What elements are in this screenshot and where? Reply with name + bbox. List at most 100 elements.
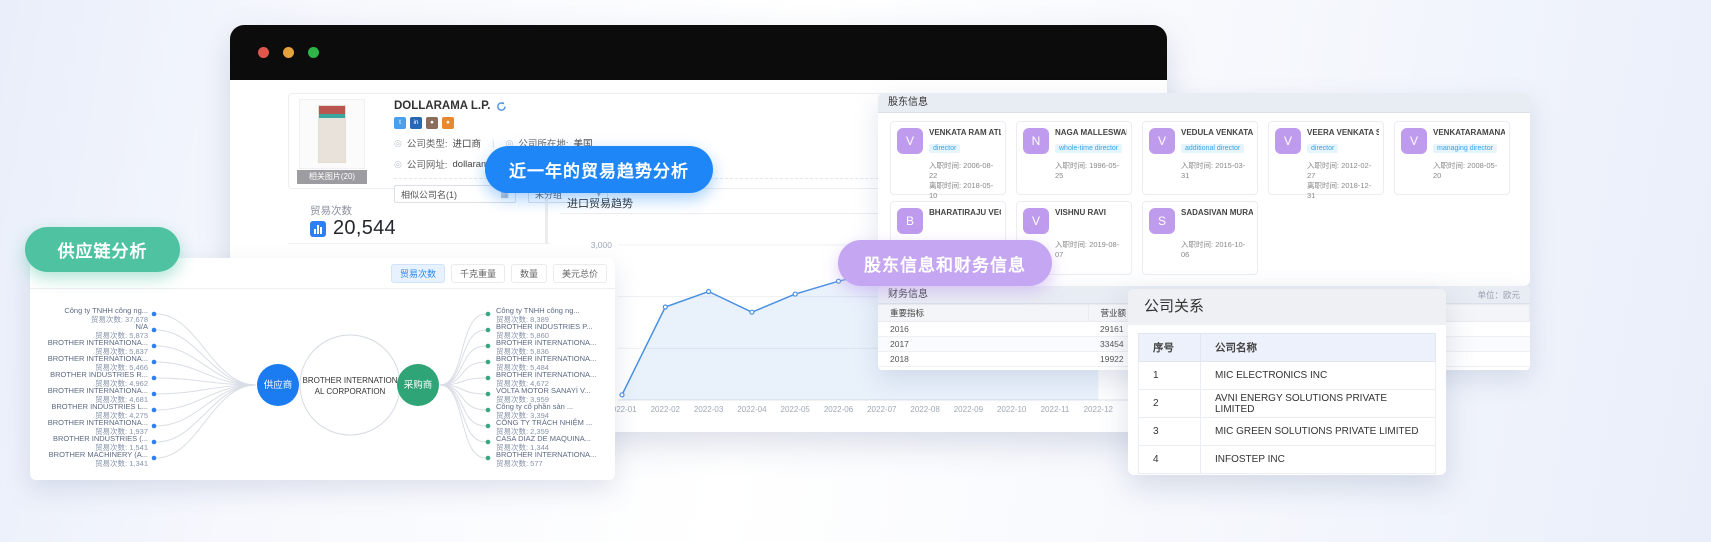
- buyer-name[interactable]: BROTHER INTERNATIONA...: [496, 370, 596, 379]
- shareholder-name: VISHNU RAVI: [1055, 208, 1106, 217]
- maximize-window-button[interactable]: [308, 47, 319, 58]
- linkedin-icon[interactable]: in: [410, 117, 422, 129]
- supplier-name[interactable]: BROTHER INTERNATIONA...: [48, 386, 148, 395]
- leave-date: 离职时间: 2018-12-31: [1307, 181, 1377, 201]
- x-axis-tick: 2022-06: [824, 405, 854, 414]
- financial-cell: 2016: [878, 322, 1088, 337]
- shareholder-dates: 入职时间: 2015-03-31: [1181, 161, 1251, 181]
- phone-icon[interactable]: ●: [442, 117, 454, 129]
- marketing-composite: 相关图片(20) DOLLARAMA L.P. tin●● ◎ 公司类型: 进口…: [0, 0, 1711, 542]
- trade-count-value: 20,544: [333, 217, 396, 240]
- company-name: DOLLARAMA L.P.: [394, 100, 490, 112]
- company-site-icon[interactable]: ●: [426, 117, 438, 129]
- shareholders-panel-header: 股东信息: [878, 93, 1530, 113]
- supplier-name[interactable]: Công ty TNHH công ng...: [64, 306, 148, 315]
- relation-cell: 4: [1139, 446, 1201, 474]
- supplier-name[interactable]: BROTHER INTERNATIONA...: [48, 338, 148, 347]
- company-type-icon: ◎: [394, 138, 402, 149]
- buyer-node-dot: [486, 456, 491, 461]
- x-axis-tick: 2022-03: [694, 405, 724, 414]
- buyer-node-dot: [486, 392, 491, 397]
- company-image[interactable]: 相关图片(20): [297, 99, 367, 184]
- relation-row[interactable]: 2AVNI ENERGY SOLUTIONS PRIVATE LIMITED: [1139, 390, 1436, 418]
- supplier-node-dot: [152, 344, 157, 349]
- supply-tabs-rule: [30, 288, 615, 289]
- buyer-name[interactable]: BROTHER INTERNATIONA...: [496, 338, 596, 347]
- relation-cell: MIC ELECTRONICS INC: [1201, 362, 1436, 390]
- supplier-name[interactable]: BROTHER MACHINERY (A...: [49, 450, 148, 459]
- shareholder-card[interactable]: VVENKATARAMANA MAG...managing director入职…: [1394, 121, 1510, 195]
- stats-divider: [288, 243, 550, 244]
- relation-cell: AVNI ENERGY SOLUTIONS PRIVATE LIMITED: [1201, 390, 1436, 418]
- related-images-label[interactable]: 相关图片(20): [297, 170, 367, 184]
- x-axis-tick: 2022-04: [737, 405, 767, 414]
- join-date: 入职时间: 2012-02-27: [1307, 161, 1377, 181]
- buyer-node-dot: [486, 328, 491, 333]
- supplier-name[interactable]: BROTHER INDUSTRIES (...: [53, 434, 148, 443]
- supplier-node-dot: [152, 408, 157, 413]
- close-window-button[interactable]: [258, 47, 269, 58]
- shareholder-dates: 入职时间: 2016-10-06: [1181, 240, 1251, 260]
- buyer-name[interactable]: Công ty TNHH công ng...: [496, 306, 580, 315]
- supply-tab-美元总价[interactable]: 美元总价: [553, 264, 607, 283]
- chart-point: [837, 279, 841, 283]
- buyer-name[interactable]: BROTHER INTERNATIONA...: [496, 450, 596, 459]
- supplier-name[interactable]: BROTHER INDUSTRIES R...: [50, 370, 148, 379]
- shareholder-card[interactable]: SSADASIVAN MURALIKR...入职时间: 2016-10-06: [1142, 201, 1258, 275]
- shareholder-dates: 入职时间: 2008-05-20: [1433, 161, 1503, 181]
- supplier-node-dot: [152, 360, 157, 365]
- x-axis-tick: 2022-02: [651, 405, 681, 414]
- role-badge: director: [1307, 144, 1338, 153]
- supplier-name[interactable]: BROTHER INTERNATIONA...: [48, 354, 148, 363]
- buyer-name[interactable]: CÔNG TY TRÁCH NHIỆM ...: [496, 418, 592, 427]
- relation-cell: INFOSTEP INC: [1201, 446, 1436, 474]
- hub-company-circle[interactable]: [300, 335, 400, 435]
- trade-count-row: 20,544: [310, 217, 396, 240]
- refresh-icon[interactable]: [496, 101, 507, 112]
- company-type-label: 公司类型:: [407, 136, 448, 150]
- shareholder-card[interactable]: VVEDULA VENKATA RAM...additional directo…: [1142, 121, 1258, 195]
- relations-header-name: 公司名称: [1201, 334, 1436, 362]
- x-axis-tick: 2022-08: [910, 405, 940, 414]
- buyer-name[interactable]: CASA DIAZ DE MAQUINA...: [496, 434, 591, 443]
- relation-row[interactable]: 1MIC ELECTRONICS INC: [1139, 362, 1436, 390]
- buyer-name[interactable]: Công ty cổ phần sản ...: [496, 402, 573, 411]
- join-date: 入职时间: 2016-10-06: [1181, 240, 1251, 260]
- buyer-name[interactable]: VOLTA MOTOR SANAYİ V...: [496, 386, 591, 395]
- supplier-name[interactable]: BROTHER INDUSTRIES L...: [51, 402, 148, 411]
- avatar: V: [1023, 208, 1049, 234]
- shareholder-name: VENKATA RAM ATLURI: [929, 128, 1001, 137]
- relation-cell: 3: [1139, 418, 1201, 446]
- supplier-trade-count: 贸易次数: 1,341: [95, 458, 148, 468]
- supply-tab-千克重量[interactable]: 千克重量: [451, 264, 505, 283]
- shareholder-card[interactable]: NNAGA MALLESWARA R...whole-time director…: [1016, 121, 1132, 195]
- supply-chain-pill: 供应链分析: [25, 227, 180, 272]
- twitter-icon[interactable]: t: [394, 117, 406, 129]
- buyer-node-dot: [486, 376, 491, 381]
- shareholder-card[interactable]: VVENKATA RAM ATLURIdirector入职时间: 2006-08…: [890, 121, 1006, 195]
- buyer-node-dot: [486, 344, 491, 349]
- supply-tab-贸易次数[interactable]: 贸易次数: [391, 264, 445, 283]
- buyer-name[interactable]: BROTHER INDUSTRIES P...: [496, 322, 593, 331]
- financial-title: 财务信息: [888, 286, 928, 304]
- relations-title: 公司关系: [1128, 289, 1446, 325]
- financial-unit: 单位：欧元: [1477, 286, 1520, 304]
- buyer-name[interactable]: BROTHER INTERNATIONA...: [496, 354, 596, 363]
- relation-row[interactable]: 4INFOSTEP INC: [1139, 446, 1436, 474]
- relation-cell: MIC GREEN SOLUTIONS PRIVATE LIMITED: [1201, 418, 1436, 446]
- supply-chain-tabs: 贸易次数千克重量数量美元总价: [391, 264, 607, 283]
- trade-count-label: 贸易次数: [310, 203, 352, 218]
- shareholder-cards-row-1: VVENKATA RAM ATLURIdirector入职时间: 2006-08…: [890, 121, 1510, 195]
- minimize-window-button[interactable]: [283, 47, 294, 58]
- relation-row[interactable]: 3MIC GREEN SOLUTIONS PRIVATE LIMITED: [1139, 418, 1436, 446]
- supplier-name[interactable]: BROTHER INTERNATIONA...: [48, 418, 148, 427]
- x-axis-tick: 2022-09: [954, 405, 984, 414]
- shareholder-name: BHARATIRAJU VEGIRAJU: [929, 208, 1001, 217]
- window-titlebar: [230, 25, 1167, 80]
- shareholder-card[interactable]: VVEERA VENKATA SATYA...director入职时间: 201…: [1268, 121, 1384, 195]
- supplier-name[interactable]: N/A: [135, 322, 148, 331]
- supply-tab-数量[interactable]: 数量: [511, 264, 547, 283]
- relations-table: 序号 公司名称 1MIC ELECTRONICS INC2AVNI ENERGY…: [1138, 333, 1436, 474]
- shareholder-dates: 入职时间: 2012-02-27离职时间: 2018-12-31: [1307, 161, 1377, 201]
- relation-cell: 2: [1139, 390, 1201, 418]
